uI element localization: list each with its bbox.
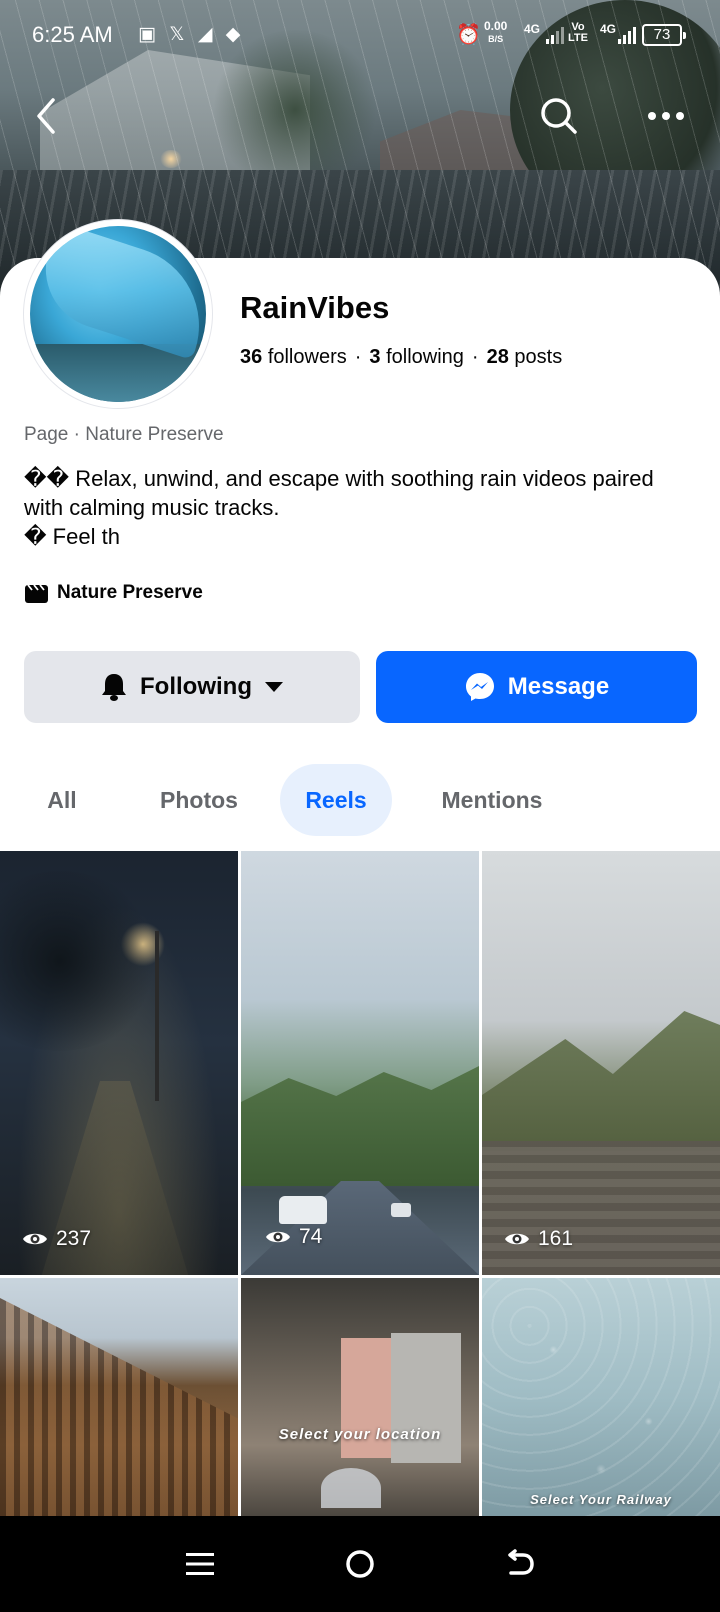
signal-type-2: 4G xyxy=(600,22,617,36)
reel-thumb-trees xyxy=(241,1066,479,1186)
signal-bars-2-icon xyxy=(618,26,636,44)
volte-indicator: Vo LTE xyxy=(568,22,588,44)
chevron-left-icon xyxy=(37,98,55,134)
view-count: 74 xyxy=(265,1225,322,1249)
status-time: 6:25 AM xyxy=(32,22,113,47)
reel-thumb-umbrella xyxy=(321,1468,381,1508)
network-speed-unit: B/S xyxy=(488,34,504,44)
reel-item[interactable]: 237 xyxy=(0,851,238,1275)
system-navigation-bar xyxy=(0,1516,720,1612)
page-name: RainVibes xyxy=(240,290,390,325)
eye-icon xyxy=(266,1231,290,1243)
clapperboard-icon xyxy=(25,584,48,603)
view-count-value: 161 xyxy=(538,1227,574,1250)
message-button[interactable]: Message xyxy=(376,651,697,723)
more-options-button[interactable] xyxy=(644,94,688,138)
reel-thumb-wall xyxy=(482,1141,720,1275)
eye-icon xyxy=(23,1233,47,1245)
eye-icon xyxy=(505,1233,529,1245)
signal-type-1: 4G xyxy=(524,22,541,36)
bell-icon xyxy=(102,674,126,701)
network-speed-value: 0.00 xyxy=(484,19,508,33)
followers-count[interactable]: 36 xyxy=(240,346,262,368)
alarm-icon: ⏰ xyxy=(456,24,481,46)
view-count: 161 xyxy=(504,1227,573,1251)
back-button[interactable] xyxy=(24,94,68,138)
category-tag-label: Nature Preserve xyxy=(57,582,203,603)
reel-thumb-lamppost xyxy=(155,931,159,1101)
following-count[interactable]: 3 xyxy=(369,346,380,368)
stats-separator: · xyxy=(471,346,479,368)
avatar-image xyxy=(30,226,206,402)
tab-mentions[interactable]: Mentions xyxy=(412,764,572,836)
posts-label: posts xyxy=(514,346,563,368)
posts-count: 28 xyxy=(486,346,509,368)
more-horizontal-icon xyxy=(648,112,684,120)
reel-item[interactable] xyxy=(0,1278,238,1516)
following-label[interactable]: following xyxy=(386,346,464,368)
battery-indicator: 73 xyxy=(642,24,686,46)
reel-thumb-tree xyxy=(0,871,160,1051)
following-button[interactable]: Following xyxy=(24,651,360,723)
system-back-button[interactable] xyxy=(490,1534,550,1594)
avatar[interactable] xyxy=(24,220,212,408)
reel-item[interactable]: 74 xyxy=(241,851,479,1275)
tab-reels[interactable]: Reels xyxy=(280,764,392,836)
reel-item[interactable]: Select Your Railway xyxy=(482,1278,720,1516)
content-tabs: All Photos Reels Mentions xyxy=(24,764,572,836)
page-bio[interactable]: �� Relax, unwind, and escape with soothi… xyxy=(24,464,684,551)
profile-stats: 36 followers · 3 following · 28 posts xyxy=(240,346,562,369)
view-count: 237 xyxy=(22,1227,91,1251)
recent-apps-button[interactable] xyxy=(170,1534,230,1594)
reel-caption: Select Your Railway xyxy=(530,1492,672,1507)
network-speed: 0.00 B/S xyxy=(484,20,507,45)
tab-photos[interactable]: Photos xyxy=(120,764,278,836)
view-count-value: 237 xyxy=(56,1227,92,1250)
status-bar: 6:25 AM ▣ 𝕏 ◢ ◆ ⏰ 0.00 B/S 4G Vo LTE 4G … xyxy=(0,14,720,58)
search-button[interactable] xyxy=(537,94,581,138)
caret-down-icon xyxy=(264,682,283,692)
avatar-leaf xyxy=(30,226,206,361)
reel-thumb-building-2 xyxy=(391,1333,461,1463)
category-tag[interactable]: Nature Preserve xyxy=(24,582,203,604)
notification-app-icons: ▣ 𝕏 ◢ ◆ xyxy=(138,24,245,45)
search-icon xyxy=(541,98,577,134)
reels-grid: 237 74 161 Select your location Select Y… xyxy=(0,851,720,1516)
tab-all[interactable]: All xyxy=(24,764,100,836)
back-arrow-icon xyxy=(508,1549,534,1575)
reel-thumb-car xyxy=(279,1196,327,1224)
view-count-value: 74 xyxy=(299,1225,323,1248)
messenger-icon xyxy=(465,673,494,701)
reel-caption: Select your location xyxy=(278,1426,442,1443)
message-button-label: Message xyxy=(507,673,610,700)
page-category: Page · Nature Preserve xyxy=(24,424,224,445)
signal-bars-1-icon xyxy=(546,26,564,44)
reel-item[interactable]: 161 xyxy=(482,851,720,1275)
home-button[interactable] xyxy=(330,1534,390,1594)
stats-separator: · xyxy=(354,346,362,368)
reel-thumb-car-2 xyxy=(391,1203,411,1217)
reel-thumb-mountain xyxy=(482,1011,720,1151)
volte-bottom: LTE xyxy=(568,32,588,44)
menu-icon xyxy=(186,1553,214,1575)
home-circle-icon xyxy=(346,1550,374,1578)
reel-thumb-forest xyxy=(0,1298,238,1516)
followers-label[interactable]: followers xyxy=(268,346,347,368)
reel-thumb-raindrops xyxy=(482,1278,720,1516)
reel-item[interactable]: Select your location xyxy=(241,1278,479,1516)
following-button-label: Following xyxy=(140,673,252,700)
